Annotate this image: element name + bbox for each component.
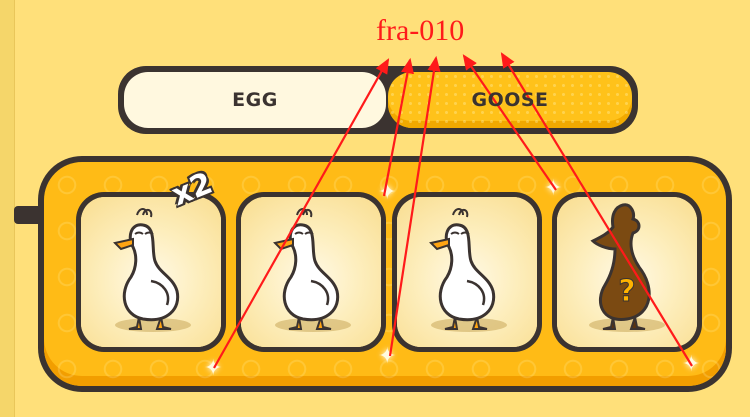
goose-collection-screen: EGG GOOSE ? x2 ✦ ✦ ✦ ✦ ✦ fra-010 xyxy=(0,0,750,417)
white-goose-icon xyxy=(429,208,507,332)
tab-goose[interactable]: GOOSE xyxy=(388,72,632,128)
white-goose-icon xyxy=(113,208,191,332)
tab-switcher: EGG GOOSE xyxy=(118,66,638,134)
tab-egg-label: EGG xyxy=(232,89,278,111)
sparkle-icon: ✦ xyxy=(682,352,701,377)
sparkle-icon: ✦ xyxy=(378,344,397,369)
goose-card-2[interactable] xyxy=(236,192,386,352)
card-face: ? xyxy=(557,197,697,347)
goose-card-1[interactable] xyxy=(76,192,226,352)
sparkle-icon: ✦ xyxy=(544,176,563,201)
annotation-label: fra-010 xyxy=(376,14,465,47)
sparkle-icon: ✦ xyxy=(378,180,397,205)
card-face xyxy=(241,197,381,347)
goose-card-4-locked[interactable]: ? xyxy=(552,192,702,352)
tab-egg[interactable]: EGG xyxy=(124,72,386,128)
mystery-goose-icon: ? xyxy=(589,203,665,332)
goose-card-3[interactable] xyxy=(392,192,542,352)
mystery-hint: ? xyxy=(618,274,635,309)
card-face xyxy=(397,197,537,347)
tab-goose-label: GOOSE xyxy=(471,89,549,111)
white-goose-icon xyxy=(273,208,351,332)
sparkle-icon: ✦ xyxy=(204,356,223,381)
card-face xyxy=(81,197,221,347)
